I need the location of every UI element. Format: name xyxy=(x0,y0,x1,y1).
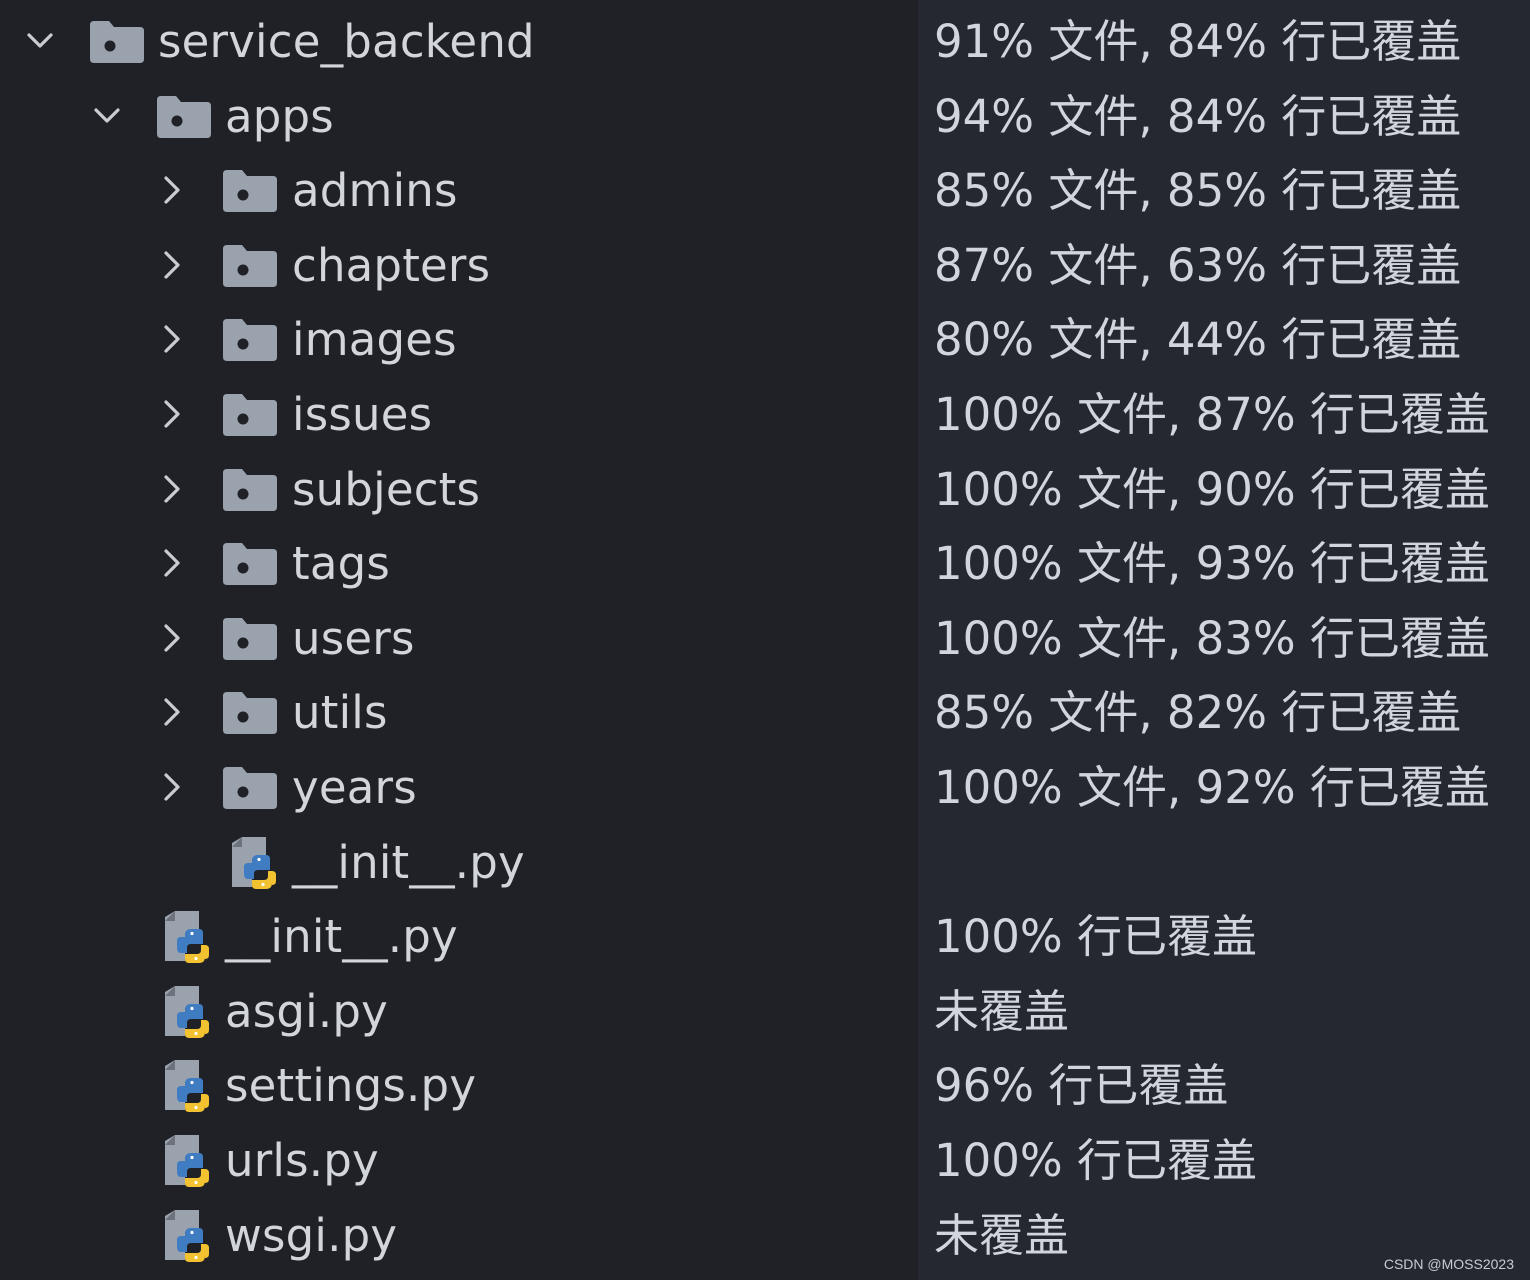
folder-icon xyxy=(223,692,277,735)
file-name: urls.py xyxy=(225,1134,379,1187)
chevron-right-icon[interactable] xyxy=(154,769,190,805)
folder-icon xyxy=(223,617,277,660)
python-file-icon xyxy=(163,911,217,967)
file-name: __init__.py xyxy=(225,910,458,964)
tree-row-file[interactable]: asgi.py xyxy=(0,974,918,1048)
coverage-value: 94% 文件, 84% 行已覆盖 xyxy=(934,89,1462,143)
folder-icon xyxy=(223,394,277,436)
coverage-value: 100% 文件, 83% 行已覆盖 xyxy=(934,611,1490,665)
coverage-value: 80% 文件, 44% 行已覆盖 xyxy=(934,313,1462,367)
coverage-value: 100% 文件, 93% 行已覆盖 xyxy=(934,537,1490,591)
coverage-value: 87% 文件, 63% 行已覆盖 xyxy=(934,238,1462,292)
tree-row-admins[interactable]: admins xyxy=(0,153,918,227)
coverage-value: 100% 文件, 87% 行已覆盖 xyxy=(934,388,1490,441)
tree-row-file[interactable]: wsgi.py xyxy=(0,1198,918,1272)
tree-row-tags[interactable]: tags xyxy=(0,526,918,600)
watermark: CSDN @MOSS2023 xyxy=(1383,1256,1514,1272)
chevron-down-icon[interactable] xyxy=(22,23,58,59)
folder-name: tags xyxy=(292,537,391,591)
coverage-tool-window: service_backendapps admins chapters images i… xyxy=(0,0,1530,1280)
chevron-down-icon[interactable] xyxy=(89,98,125,134)
folder-icon xyxy=(223,468,277,511)
coverage-value: 100% 行已覆盖 xyxy=(934,910,1257,964)
project-tree: service_backendapps admins chapters images i… xyxy=(0,0,918,1280)
folder-name: admins xyxy=(292,164,458,218)
python-file-icon xyxy=(163,985,217,1042)
coverage-value: 未覆盖 xyxy=(934,984,1070,1038)
tree-row-apps-init[interactable]: __init__.py xyxy=(0,825,918,899)
folder-name: utils xyxy=(292,686,388,740)
chevron-right-icon[interactable] xyxy=(154,247,190,283)
coverage-column: 91% 文件, 84% 行已覆盖 94% 文件, 84% 行已覆盖 85% 文件, … xyxy=(918,0,1530,1280)
tree-row-file[interactable]: settings.py xyxy=(0,1048,918,1122)
coverage-value: 100% 行已覆盖 xyxy=(934,1134,1257,1187)
coverage-value: 未覆盖 xyxy=(934,1208,1070,1262)
folder-name: subjects xyxy=(292,462,481,516)
tree-row-images[interactable]: images xyxy=(0,302,918,376)
tree-row-chapters[interactable]: chapters xyxy=(0,228,918,302)
chevron-right-icon[interactable] xyxy=(154,321,190,357)
folder-icon xyxy=(223,244,277,287)
chevron-right-icon[interactable] xyxy=(154,694,190,730)
folder-icon xyxy=(223,543,277,586)
python-file-icon xyxy=(163,1135,217,1191)
folder-name: chapters xyxy=(292,238,491,292)
chevron-right-icon[interactable] xyxy=(154,545,190,581)
file-name: wsgi.py xyxy=(225,1208,398,1262)
folder-name: apps xyxy=(225,89,334,143)
tree-row-file[interactable]: urls.py xyxy=(0,1123,918,1197)
folder-name: users xyxy=(292,611,415,665)
file-name: settings.py xyxy=(225,1059,477,1113)
folder-icon xyxy=(157,95,211,138)
coverage-value: 100% 文件, 90% 行已覆盖 xyxy=(934,462,1490,516)
chevron-right-icon[interactable] xyxy=(154,172,190,208)
chevron-right-icon[interactable] xyxy=(154,620,190,656)
folder-icon xyxy=(90,21,144,63)
python-file-icon xyxy=(163,1209,217,1266)
folder-name: issues xyxy=(292,388,433,441)
tree-row-subjects[interactable]: subjects xyxy=(0,452,918,526)
file-name: __init__.py xyxy=(292,835,525,889)
folder-icon xyxy=(223,319,277,362)
chevron-right-icon[interactable] xyxy=(154,471,190,507)
coverage-value: 100% 文件, 92% 行已覆盖 xyxy=(934,761,1490,814)
tree-row-issues[interactable]: issues xyxy=(0,377,918,451)
tree-row-users[interactable]: users xyxy=(0,601,918,675)
coverage-value: 96% 行已覆盖 xyxy=(934,1059,1229,1113)
tree-row-apps[interactable]: apps xyxy=(0,79,918,153)
folder-name: years xyxy=(292,761,417,814)
file-name: asgi.py xyxy=(225,984,388,1038)
folder-name: service_backend xyxy=(158,15,535,68)
folder-icon xyxy=(223,767,277,809)
chevron-right-icon[interactable] xyxy=(154,396,190,432)
folder-name: images xyxy=(292,313,457,367)
coverage-value: 85% 文件, 82% 行已覆盖 xyxy=(934,686,1462,740)
folder-icon xyxy=(223,170,277,213)
python-file-icon xyxy=(230,836,284,893)
tree-row-utils[interactable]: utils xyxy=(0,675,918,749)
python-file-icon xyxy=(163,1060,217,1116)
coverage-value: 85% 文件, 85% 行已覆盖 xyxy=(934,164,1462,218)
coverage-value: 91% 文件, 84% 行已覆盖 xyxy=(934,15,1462,68)
tree-row-file[interactable]: __init__.py xyxy=(0,899,918,973)
tree-row-years[interactable]: years xyxy=(0,750,918,824)
tree-row-root[interactable]: service_backend xyxy=(0,4,918,78)
